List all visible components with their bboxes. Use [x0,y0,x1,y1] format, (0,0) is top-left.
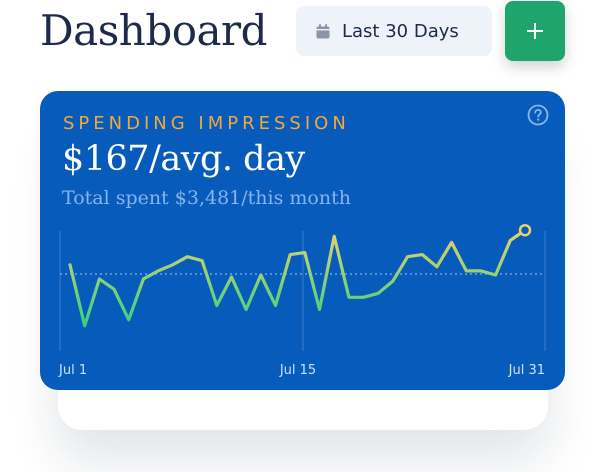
total-spent: Total spent $3,481/this month [62,187,351,209]
data-point [186,255,189,258]
data-point [465,269,468,272]
card-kicker: SPENDING IMPRESSION [63,113,350,134]
page-title: Dashboard [40,6,268,55]
data-point [289,253,292,256]
data-point [333,235,336,238]
spending-series-line [68,228,527,328]
latest-point-marker [518,223,532,237]
data-point [421,253,424,256]
spending-chart: Jul 1 Jul 15 Jul 31 [58,223,546,378]
data-point [215,304,218,307]
data-point [494,274,497,277]
data-point [406,255,409,258]
calendar-icon [316,23,330,38]
plus-icon [527,23,543,39]
x-tick-label: Jul 15 [279,363,316,378]
data-point [450,241,453,244]
data-point [98,278,101,281]
spending-card: Jul 1 Jul 15 Jul 31 SPENDING IMPRESSION $1… [40,91,565,390]
data-point [259,274,262,277]
date-range-label: Last 30 Days [342,20,459,42]
data-point [171,263,174,266]
question-circle-icon[interactable] [527,104,549,126]
data-point [318,308,321,311]
x-tick-label: Jul 31 [508,363,545,378]
average-per-day: $167/avg. day [62,139,305,179]
data-point [303,251,306,254]
dashboard-page: Dashboard Last 30 Days Jul 1 Jul 15 Jul 31… [0,0,606,472]
data-point [157,269,160,272]
data-point [480,269,483,272]
data-point [127,318,130,321]
data-point [391,280,394,283]
data-point [83,324,86,327]
date-range-button[interactable]: Last 30 Days [296,6,492,56]
data-point [142,278,145,281]
data-point [435,265,438,268]
data-point [347,296,350,299]
add-button[interactable] [505,1,565,61]
x-tick-label: Jul 1 [58,363,87,378]
data-point [201,259,204,262]
data-point [377,292,380,295]
data-point [113,288,116,291]
data-point [230,276,233,279]
data-point [245,308,248,311]
data-point [509,239,512,242]
data-point [69,263,72,266]
data-point [362,296,365,299]
data-point [274,304,277,307]
